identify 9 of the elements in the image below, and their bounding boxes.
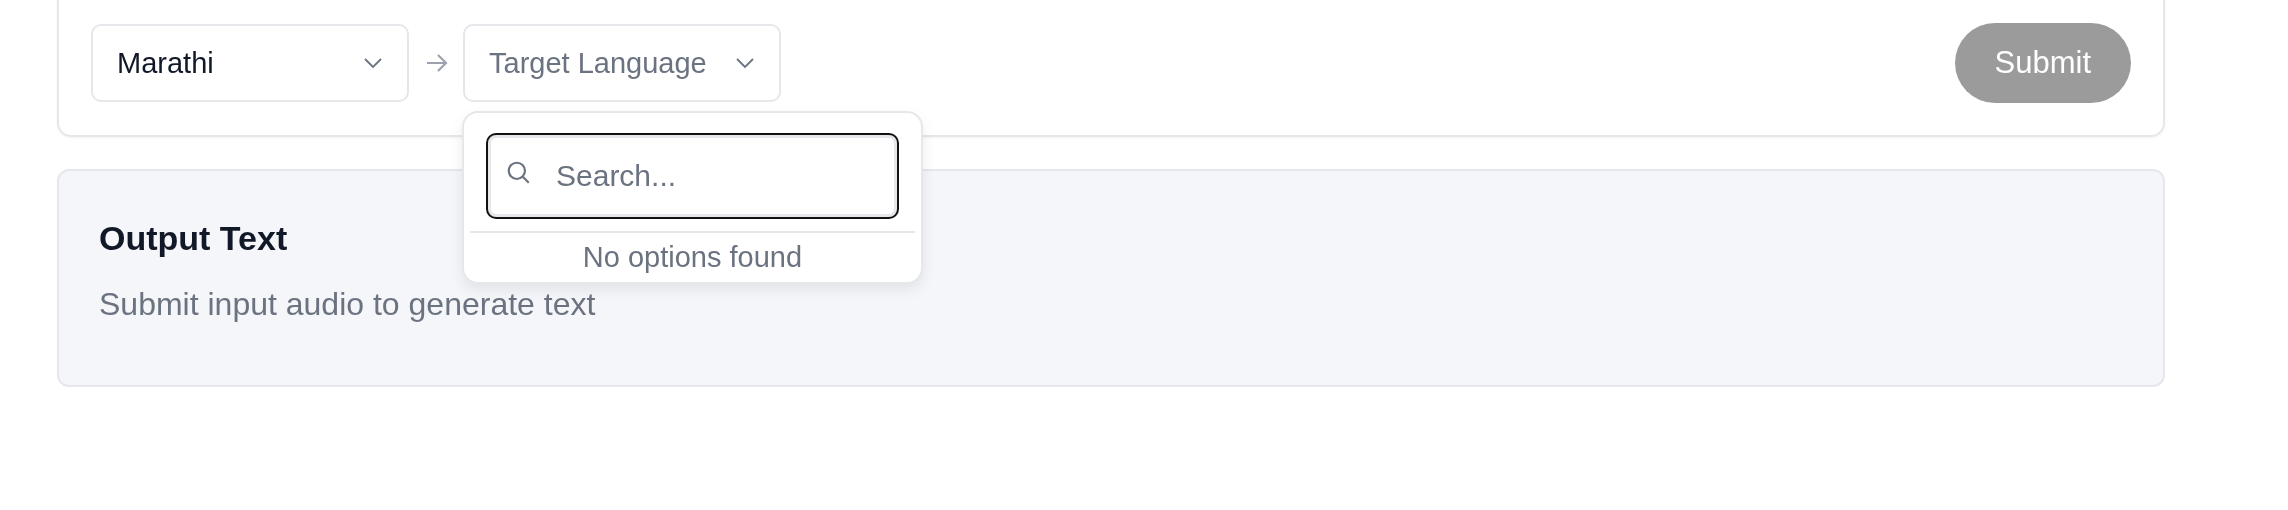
target-language-select[interactable]: Target Language: [463, 24, 781, 102]
chevron-down-icon: [735, 57, 755, 69]
search-field[interactable]: Search...: [486, 133, 899, 219]
output-title: Output Text: [99, 219, 288, 258]
search-icon: [506, 160, 532, 186]
chevron-down-icon: [363, 57, 383, 69]
source-language-select[interactable]: Marathi: [91, 24, 409, 102]
empty-message: No options found: [581, 241, 804, 274]
arrow-right-icon: [425, 53, 449, 73]
